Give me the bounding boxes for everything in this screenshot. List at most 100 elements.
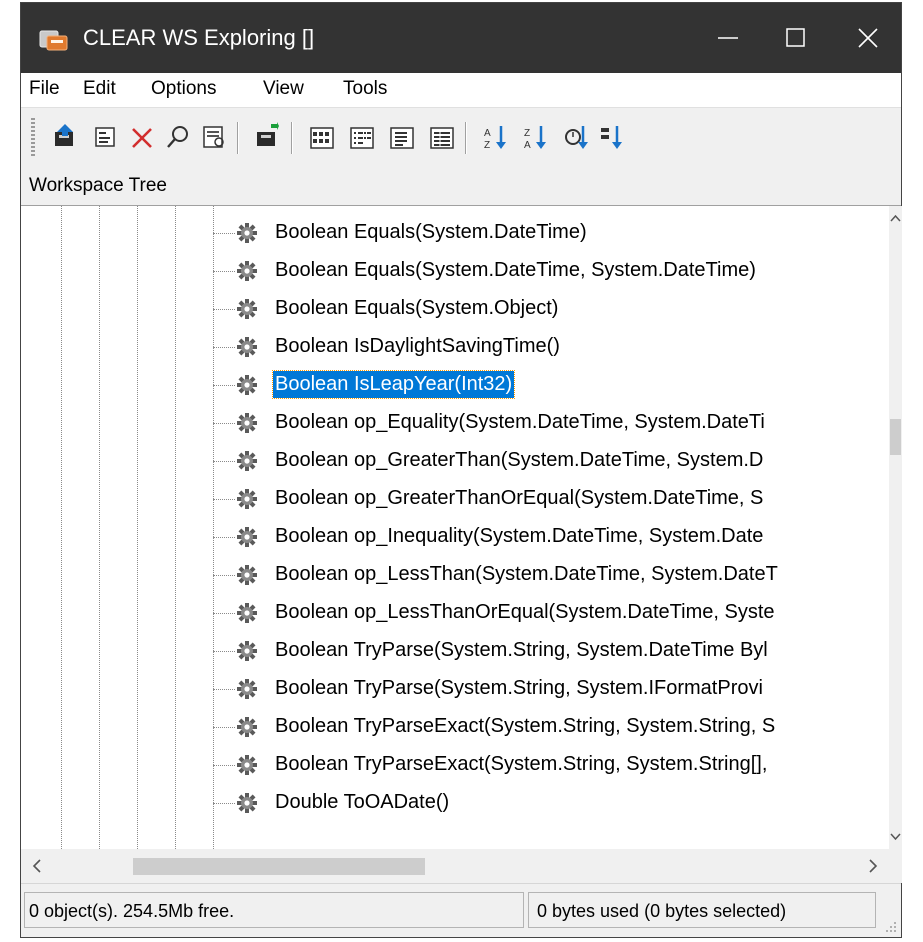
close-icon	[858, 28, 878, 48]
scroll-down-icon[interactable]	[889, 827, 902, 847]
close-button[interactable]	[835, 3, 901, 73]
method-gear-icon	[236, 602, 258, 624]
menu-tools[interactable]: Tools	[343, 78, 387, 100]
search-icon[interactable]	[163, 120, 193, 154]
method-gear-icon	[236, 488, 258, 510]
view-list-icon[interactable]	[387, 120, 417, 154]
status-bytes-used: 0 bytes used (0 bytes selected)	[528, 892, 876, 928]
view-small-icons-icon[interactable]	[347, 120, 377, 154]
tree-item-label: Boolean TryParseExact(System.String, Sys…	[275, 715, 776, 737]
tree-item-label: Boolean op_Equality(System.DateTime, Sys…	[275, 411, 765, 433]
up-folder-icon[interactable]	[51, 120, 81, 154]
method-gear-icon	[236, 716, 258, 738]
title-bar[interactable]: CLEAR WS Exploring []	[21, 3, 901, 73]
workspace-tree[interactable]: Boolean Equals(System.DateTime) Boolean …	[21, 206, 889, 849]
toolbar: AZ ZA	[21, 107, 901, 167]
tree-item-label: Double ToOADate()	[275, 791, 450, 813]
svg-text:A: A	[484, 128, 491, 139]
method-gear-icon	[236, 792, 258, 814]
tree-item[interactable]: Boolean Equals(System.Object)	[21, 290, 889, 328]
method-gear-icon	[236, 336, 258, 358]
tree-item[interactable]: Boolean op_GreaterThanOrEqual(System.Dat…	[21, 480, 889, 518]
menu-options[interactable]: Options	[151, 78, 216, 100]
minimize-button[interactable]	[695, 3, 761, 73]
maximize-icon	[786, 28, 805, 47]
sort-za-icon[interactable]: ZA	[521, 120, 551, 154]
inspect-icon[interactable]	[199, 120, 229, 154]
menu-bar: File Edit Options View Tools	[21, 73, 901, 107]
tree-item-label: Boolean TryParse(System.String, System.D…	[275, 639, 768, 661]
tree-item-selected[interactable]: Boolean IsLeapYear(Int32)	[21, 366, 889, 404]
status-bar: 0 object(s). 254.5Mb free. 0 bytes used …	[21, 883, 901, 937]
properties-icon[interactable]	[91, 120, 121, 154]
tree-item-label: Boolean TryParse(System.String, System.I…	[275, 677, 763, 699]
menu-edit[interactable]: Edit	[83, 78, 116, 100]
window-title: CLEAR WS Exploring []	[83, 25, 315, 50]
method-gear-icon	[236, 678, 258, 700]
delete-icon[interactable]	[127, 120, 157, 154]
tree-item[interactable]: Boolean TryParse(System.String, System.D…	[21, 632, 889, 670]
tree-item[interactable]: Boolean IsDaylightSavingTime()	[21, 328, 889, 366]
minimize-icon	[718, 37, 738, 39]
vertical-scroll-thumb[interactable]	[890, 419, 901, 455]
tree-item-label: Boolean TryParseExact(System.String, Sys…	[275, 753, 768, 775]
tree-item-label: Boolean IsLeapYear(Int32)	[271, 370, 516, 399]
view-large-icons-icon[interactable]	[307, 120, 337, 154]
toolbar-separator	[465, 122, 467, 154]
method-gear-icon	[236, 640, 258, 662]
method-gear-icon	[236, 222, 258, 244]
tree-item-label: Boolean Equals(System.Object)	[275, 297, 559, 319]
tree-item[interactable]: Boolean TryParseExact(System.String, Sys…	[21, 746, 889, 784]
menu-view[interactable]: View	[263, 78, 304, 100]
tree-item[interactable]: Double ToOADate()	[21, 784, 889, 822]
maximize-button[interactable]	[763, 3, 829, 73]
tree-item[interactable]: Boolean op_GreaterThan(System.DateTime, …	[21, 442, 889, 480]
tree-item-label: Boolean Equals(System.DateTime)	[275, 221, 587, 243]
tree-item[interactable]: Boolean TryParseExact(System.String, Sys…	[21, 708, 889, 746]
tree-item[interactable]: Boolean Equals(System.DateTime)	[21, 214, 889, 252]
tree-item-label: Boolean IsDaylightSavingTime()	[275, 335, 560, 357]
svg-text:Z: Z	[484, 140, 490, 151]
tree-item[interactable]: Boolean op_Equality(System.DateTime, Sys…	[21, 404, 889, 442]
svg-text:A: A	[524, 140, 531, 151]
tree-item[interactable]: Boolean TryParse(System.String, System.I…	[21, 670, 889, 708]
method-gear-icon	[236, 450, 258, 472]
new-item-icon[interactable]	[253, 120, 283, 154]
tree-item-label: Boolean op_LessThanOrEqual(System.DateTi…	[275, 601, 775, 623]
svg-text:Z: Z	[524, 128, 530, 139]
method-gear-icon	[236, 754, 258, 776]
menu-file[interactable]: File	[29, 78, 60, 100]
scroll-left-icon[interactable]	[27, 856, 47, 876]
method-gear-icon	[236, 564, 258, 586]
method-gear-icon	[236, 526, 258, 548]
tree-item-label: Boolean op_GreaterThanOrEqual(System.Dat…	[275, 487, 764, 509]
tree-item[interactable]: Boolean op_Inequality(System.DateTime, S…	[21, 518, 889, 556]
method-gear-icon	[236, 298, 258, 320]
horizontal-scrollbar[interactable]	[21, 849, 889, 883]
tree-item-label: Boolean op_GreaterThan(System.DateTime, …	[275, 449, 764, 471]
main-window: CLEAR WS Exploring [] File Edit Options …	[20, 2, 902, 938]
sort-az-icon[interactable]: AZ	[481, 120, 511, 154]
toolbar-separator	[291, 122, 293, 154]
tree-item[interactable]: Boolean op_LessThanOrEqual(System.DateTi…	[21, 594, 889, 632]
scroll-up-icon[interactable]	[889, 208, 902, 228]
horizontal-scroll-thumb[interactable]	[133, 858, 425, 875]
status-free-memory: 0 object(s). 254.5Mb free.	[24, 892, 524, 928]
app-icon	[39, 27, 69, 53]
method-gear-icon	[236, 374, 258, 396]
section-title: Workspace Tree	[21, 166, 901, 206]
toolbar-grip[interactable]	[31, 118, 35, 156]
scroll-right-icon[interactable]	[863, 856, 883, 876]
tree-item-label: Boolean Equals(System.DateTime, System.D…	[275, 259, 756, 281]
tree-item[interactable]: Boolean Equals(System.DateTime, System.D…	[21, 252, 889, 290]
method-gear-icon	[236, 412, 258, 434]
resize-grip-icon[interactable]	[883, 919, 897, 933]
view-details-icon[interactable]	[427, 120, 457, 154]
refresh-icon[interactable]	[561, 120, 591, 154]
vertical-scrollbar[interactable]	[889, 206, 902, 849]
tree-item-label: Boolean op_LessThan(System.DateTime, Sys…	[275, 563, 778, 585]
scrollbar-corner	[889, 849, 902, 883]
sort-size-icon[interactable]	[597, 120, 627, 154]
tree-item[interactable]: Boolean op_LessThan(System.DateTime, Sys…	[21, 556, 889, 594]
toolbar-separator	[237, 122, 239, 154]
